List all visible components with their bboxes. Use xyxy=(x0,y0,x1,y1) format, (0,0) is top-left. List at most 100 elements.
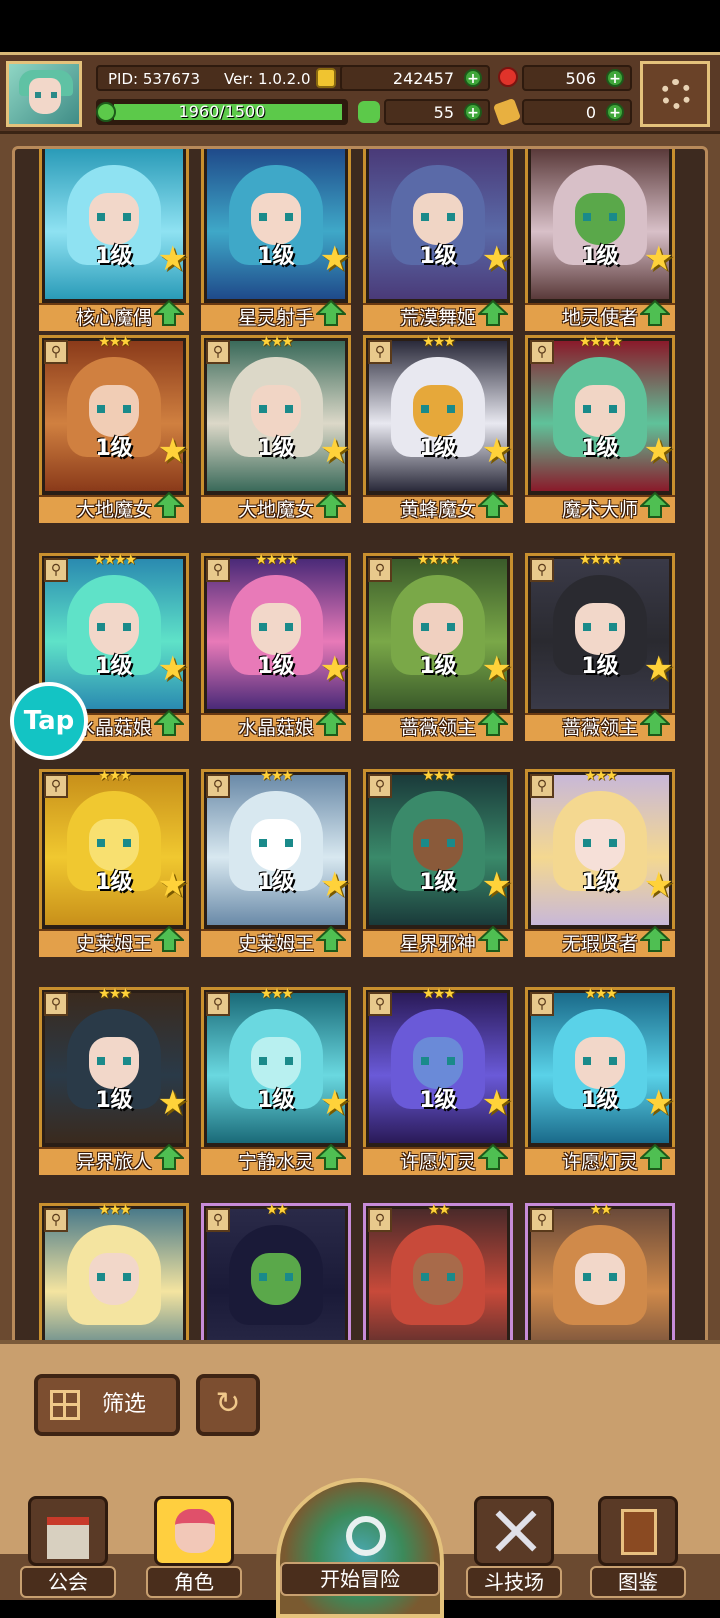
character-card[interactable]: ⚲ ★★★★ 1级 ★ 蔷薇领主 xyxy=(525,552,675,741)
rarity-stars: ★★★ xyxy=(98,986,132,1002)
rarity-stars: ★★★ xyxy=(584,768,618,784)
key-icon: ⚲ xyxy=(206,992,230,1016)
portrait-eye xyxy=(447,839,455,847)
gem-amount: 506 xyxy=(565,69,596,88)
character-card[interactable]: ⚲ ★★★ 1级 ★ 无瑕贤者 xyxy=(525,768,675,957)
upgrade-arrow-icon xyxy=(152,709,186,736)
upgrade-arrow-icon xyxy=(638,709,672,736)
character-card[interactable]: 1级 ★ 核心魔偶 xyxy=(39,149,189,331)
upgrade-arrow-icon xyxy=(638,1143,672,1170)
reset-filter-button[interactable]: ↻ xyxy=(196,1374,260,1436)
upgrade-arrow-icon xyxy=(314,299,348,326)
portrait-eye xyxy=(285,213,293,221)
star-icon: ★ xyxy=(319,431,350,471)
star-icon: ★ xyxy=(481,239,512,279)
nav-guild[interactable]: 公会 xyxy=(20,1486,116,1598)
character-card[interactable]: 1级 ★ 荒漠舞姬 xyxy=(363,149,513,331)
key-icon: ⚲ xyxy=(368,340,392,364)
upgrade-arrow-icon xyxy=(638,491,672,518)
add-gold-button[interactable]: + xyxy=(464,69,482,87)
filter-button[interactable]: 筛选 xyxy=(34,1374,180,1436)
top-resource-bar: PID: 537673 Ver: 1.0.2.0 242457 + 506 + … xyxy=(0,52,720,134)
character-card[interactable]: ⚲ ★★★ 1级 ★ 大地魔女 xyxy=(201,334,351,523)
nav-codex[interactable]: 图鉴 xyxy=(590,1486,686,1598)
nav-characters[interactable]: 角色 xyxy=(146,1486,242,1598)
bottom-navigation: 公会 角色 开始冒险 斗技场 图鉴 xyxy=(0,1470,720,1618)
key-icon: ⚲ xyxy=(530,340,554,364)
gem-icon xyxy=(498,67,518,87)
character-card[interactable]: ⚲ ★★★ 1级 ★ 史莱姆王 xyxy=(201,768,351,957)
character-card[interactable]: ⚲ ★★★ 1级 ★ 史莱姆王 xyxy=(39,768,189,957)
portrait-eye xyxy=(583,405,591,413)
upgrade-arrow-icon xyxy=(152,491,186,518)
gold-panel: 242457 + xyxy=(340,65,490,91)
star-icon: ★ xyxy=(481,865,512,905)
star-icon: ★ xyxy=(319,1083,350,1123)
character-card[interactable]: ⚲ ★★★ 1级 ★ 异界旅人 xyxy=(39,986,189,1175)
character-grid[interactable]: 1级 ★ 核心魔偶 1级 ★ 星灵射手 1级 ★ 荒漠舞姬 1级 ★ 地灵使者 ⚲ ★★★ 1级 ★ 大地魔女 ⚲… xyxy=(12,146,708,1364)
star-icon: ★ xyxy=(319,239,350,279)
key-icon: ⚲ xyxy=(206,774,230,798)
upgrade-arrow-icon xyxy=(476,709,510,736)
key-icon: ⚲ xyxy=(530,558,554,582)
portrait-eye xyxy=(97,1057,105,1065)
rarity-stars: ★★★ xyxy=(584,986,618,1002)
gem-panel: 506 + xyxy=(522,65,632,91)
portrait-eye xyxy=(609,1057,617,1065)
character-card[interactable]: 1级 ★ 星灵射手 xyxy=(201,149,351,331)
portrait-eye xyxy=(259,839,267,847)
portrait-eye xyxy=(97,1273,105,1281)
portrait-eye xyxy=(421,405,429,413)
portrait-eye xyxy=(609,839,617,847)
rarity-stars: ★★★ xyxy=(422,334,456,350)
rarity-stars: ★★★ xyxy=(260,334,294,350)
portrait-eye xyxy=(259,623,267,631)
portrait-eye xyxy=(609,405,617,413)
character-card[interactable]: 1级 ★ 地灵使者 xyxy=(525,149,675,331)
portrait-eye xyxy=(447,213,455,221)
portrait-eye xyxy=(421,1057,429,1065)
key-icon: ⚲ xyxy=(530,1208,554,1232)
rarity-stars: ★★★ xyxy=(260,986,294,1002)
rarity-stars: ★★★★ xyxy=(578,334,623,350)
portrait-eye xyxy=(97,623,105,631)
character-card[interactable]: ⚲ ★★★ 1级 ★ 宁静水灵 xyxy=(201,986,351,1175)
upgrade-arrow-icon xyxy=(476,925,510,952)
star-icon: ★ xyxy=(157,431,188,471)
player-avatar[interactable] xyxy=(6,61,82,127)
star-icon: ★ xyxy=(481,649,512,689)
character-card[interactable]: ⚲ ★★★ 1级 ★ 星界邪神 xyxy=(363,768,513,957)
add-tickets-button[interactable]: + xyxy=(606,103,624,121)
character-card[interactable]: ⚲ ★★★★ 1级 ★ 蔷薇领主 xyxy=(363,552,513,741)
rarity-stars: ★★★★ xyxy=(254,552,299,568)
nav-start-adventure[interactable]: 开始冒险 xyxy=(270,1470,450,1618)
rarity-stars: ★★★★ xyxy=(578,552,623,568)
portrait-eye xyxy=(609,213,617,221)
upgrade-arrow-icon xyxy=(476,491,510,518)
upgrade-arrow-icon xyxy=(476,299,510,326)
portrait-eye xyxy=(609,1273,617,1281)
nav-arena[interactable]: 斗技场 xyxy=(466,1486,562,1598)
star-icon: ★ xyxy=(157,239,188,279)
settings-button[interactable] xyxy=(640,61,710,127)
taptap-floating-badge[interactable]: Tap xyxy=(10,682,88,760)
portrait-eye xyxy=(123,839,131,847)
character-card[interactable]: ⚲ ★★★ 1级 ★ 大地魔女 xyxy=(39,334,189,523)
ticket-panel: 0 + xyxy=(522,99,632,125)
rarity-stars: ★★ xyxy=(589,1202,612,1218)
upgrade-arrow-icon xyxy=(638,925,672,952)
upgrade-arrow-icon xyxy=(476,1143,510,1170)
portrait-eye xyxy=(421,839,429,847)
character-card[interactable]: ⚲ ★★★★ 1级 ★ 魔术大师 xyxy=(525,334,675,523)
add-clover-button[interactable]: + xyxy=(464,103,482,121)
character-card[interactable]: ⚲ ★★★ 1级 ★ 许愿灯灵 xyxy=(525,986,675,1175)
add-gems-button[interactable]: + xyxy=(606,69,624,87)
character-card[interactable]: ⚲ ★★★ 1级 ★ 许愿灯灵 xyxy=(363,986,513,1175)
key-icon: ⚲ xyxy=(368,992,392,1016)
player-id: PID: 537673 xyxy=(108,70,201,88)
upgrade-arrow-icon xyxy=(314,491,348,518)
nav-arena-label: 斗技场 xyxy=(466,1566,562,1598)
key-icon: ⚲ xyxy=(368,1208,392,1232)
character-card[interactable]: ⚲ ★★★ 1级 ★ 黄蜂魔女 xyxy=(363,334,513,523)
character-card[interactable]: ⚲ ★★★★ 1级 ★ 水晶菇娘 xyxy=(201,552,351,741)
